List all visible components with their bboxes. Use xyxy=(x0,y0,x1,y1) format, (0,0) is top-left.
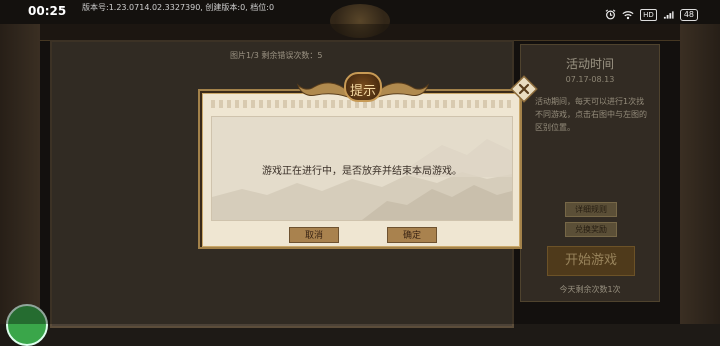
dialog-content-area: 游戏正在进行中，是否放弃并结束本局游戏。 xyxy=(211,116,513,221)
close-icon[interactable] xyxy=(510,75,538,103)
signal-icon xyxy=(663,5,674,24)
confirm-button[interactable]: 确定 xyxy=(387,227,437,243)
build-info: 版本号:1.23.0714.02.3327390, 创建版本:0, 档位:0 xyxy=(82,3,275,12)
hd-badge: HD xyxy=(640,8,657,21)
left-ornament-icon xyxy=(297,82,348,98)
dialog-message: 游戏正在进行中，是否放弃并结束本局游戏。 xyxy=(262,166,462,177)
status-time: 00:25 xyxy=(28,4,67,18)
battery-icon: 48 xyxy=(679,8,698,21)
status-icons: HD 48 xyxy=(605,5,698,24)
dialog-title-plaque: 提示 xyxy=(344,72,382,102)
alarm-icon xyxy=(605,5,616,24)
dialog-paper: 游戏正在进行中，是否放弃并结束本局游戏。 取消 确定 xyxy=(202,93,520,247)
right-ornament-icon xyxy=(378,82,429,98)
wifi-icon xyxy=(622,5,634,24)
cancel-button[interactable]: 取消 xyxy=(289,227,339,243)
dialog-title: 提示 xyxy=(349,84,376,99)
confirm-dialog: 游戏正在进行中，是否放弃并结束本局游戏。 取消 确定 提示 xyxy=(198,72,522,249)
